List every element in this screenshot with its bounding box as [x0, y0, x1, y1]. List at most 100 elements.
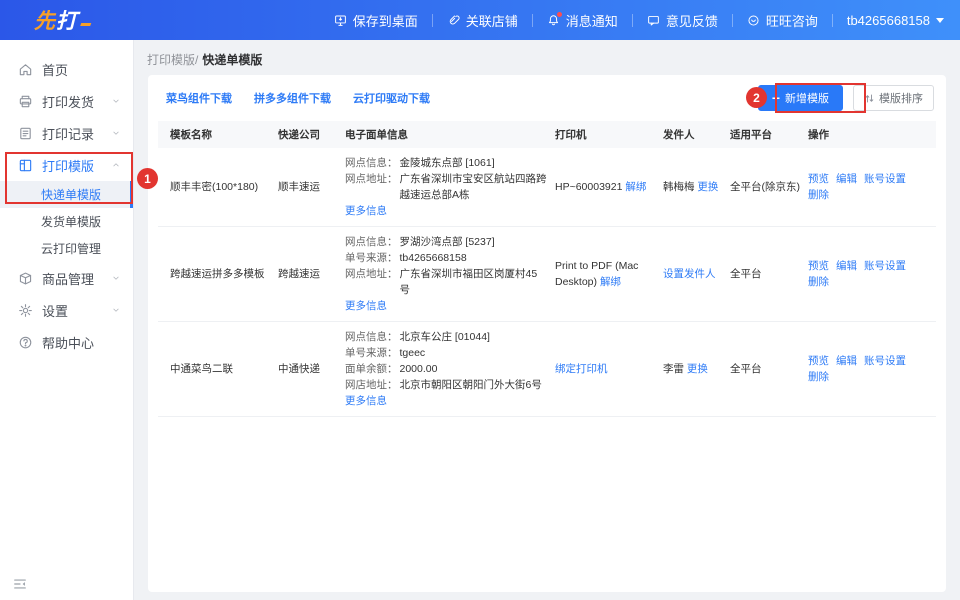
add-template-label: 新增模版	[785, 90, 829, 106]
add-template-button[interactable]: + 新增模版	[758, 85, 843, 111]
records-icon	[18, 126, 33, 141]
sidebar-subitem[interactable]: 发货单模版	[0, 208, 133, 235]
topbar-item-bell[interactable]: 消息通知	[533, 11, 632, 30]
waybill-value: tgeec	[400, 345, 426, 361]
delete-link[interactable]: 删除	[808, 371, 829, 383]
waybill-line: 网点信息：罗湖沙湾点部 [5237]	[345, 234, 547, 250]
topbar-item-label: 意见反馈	[666, 11, 718, 30]
column-header: 操作	[808, 121, 936, 148]
topbar-item-wangwang[interactable]: 旺旺咨询	[733, 11, 832, 30]
app-logo[interactable]: 先 打	[34, 5, 90, 35]
preview-link[interactable]: 预览	[808, 260, 829, 272]
column-header: 模板名称	[158, 121, 278, 148]
table-row: 中通菜鸟二联中通快递网点信息：北京车公庄 [01044]单号来源：tgeec面单…	[158, 322, 936, 417]
breadcrumb-current: 快递单模版	[202, 51, 262, 68]
platform-scope: 全平台	[730, 268, 762, 280]
breadcrumb-parent[interactable]: 打印模版/	[147, 51, 198, 68]
printer-cell: Print to PDF (Mac Desktop) 解绑	[555, 227, 663, 322]
delete-link[interactable]: 删除	[808, 189, 829, 201]
sidebar-item-printer[interactable]: 打印发货	[0, 85, 133, 117]
actions-cell: 预览编辑账号设置删除	[808, 227, 936, 322]
download-link[interactable]: 菜鸟组件下载	[166, 93, 232, 105]
sender-name: 李雷	[663, 363, 684, 375]
sidebar-item-records[interactable]: 打印记录	[0, 117, 133, 149]
sidebar-item-gear[interactable]: 设置	[0, 294, 133, 326]
sender-change-link[interactable]: 更换	[687, 363, 708, 375]
sidebar-item-label: 打印发货	[42, 92, 111, 111]
sidebar-collapse-icon[interactable]	[13, 577, 27, 591]
waybill-info-cell: 网点信息：罗湖沙湾点部 [5237]单号来源：tb4265668158网点地址：…	[345, 227, 555, 322]
waybill-line: 网点地址：广东省深圳市宝安区航站四路跨越速运总部A栋	[345, 171, 547, 203]
sidebar-subitem[interactable]: 快递单模版	[0, 181, 133, 208]
preview-link[interactable]: 预览	[808, 173, 829, 185]
annotation-badge-step1: 1	[137, 168, 158, 189]
printer-unbind-link[interactable]: 解绑	[625, 181, 646, 193]
more-info-link[interactable]: 更多信息	[345, 205, 387, 217]
printer-name: HP~60003921	[555, 181, 622, 193]
actions-cell: 预览编辑账号设置删除	[808, 148, 936, 227]
waybill-info-cell: 网点信息：北京车公庄 [01044]单号来源：tgeec面单余额：2000.00…	[345, 322, 555, 417]
logo-text-1: 先	[34, 5, 56, 35]
wangwang-icon	[747, 14, 760, 27]
more-info-link[interactable]: 更多信息	[345, 395, 387, 407]
sidebar-item-help[interactable]: 帮助中心	[0, 326, 133, 358]
waybill-label: 网店地址：	[345, 377, 398, 393]
chevron-down-icon	[111, 273, 121, 283]
edit-link[interactable]: 编辑	[836, 260, 857, 272]
sort-template-label: 模版排序	[879, 90, 923, 106]
waybill-value: 北京车公庄 [01044]	[400, 329, 490, 345]
waybill-label: 网点信息：	[345, 329, 398, 345]
user-account-label: tb4265668158	[847, 13, 930, 28]
delete-link[interactable]: 删除	[808, 276, 829, 288]
template-table: 模板名称快递公司电子面单信息打印机发件人适用平台操作 顺丰丰密(100*180)…	[158, 121, 936, 417]
waybill-label: 单号来源：	[345, 345, 398, 361]
sidebar-item-goods[interactable]: 商品管理	[0, 262, 133, 294]
save-desktop-icon	[334, 14, 347, 27]
waybill-label: 网点信息：	[345, 234, 398, 250]
download-link[interactable]: 云打印驱动下载	[353, 93, 430, 105]
download-link[interactable]: 拼多多组件下载	[254, 93, 331, 105]
link-shop-icon	[447, 14, 460, 27]
template-name: 跨越速运拼多多模板	[170, 268, 265, 280]
account-settings-link[interactable]: 账号设置	[864, 173, 906, 185]
account-settings-link[interactable]: 账号设置	[864, 260, 906, 272]
logo-dash	[80, 23, 91, 26]
sender-cell: 韩梅梅 更换	[663, 148, 730, 227]
topbar-item-link-shop[interactable]: 关联店铺	[433, 11, 532, 30]
topbar-item-feedback[interactable]: 意见反馈	[633, 11, 732, 30]
waybill-line: 单号来源：tgeec	[345, 345, 547, 361]
sort-icon	[864, 93, 875, 104]
goods-icon	[18, 271, 33, 286]
sidebar-item-template[interactable]: 打印模版	[0, 149, 133, 181]
app-window: 先 打 保存到桌面关联店铺消息通知 意见反馈旺旺咨询 tb4265668158 首页…	[0, 0, 960, 600]
sidebar-subitem[interactable]: 云打印管理	[0, 235, 133, 262]
notification-dot	[557, 12, 562, 17]
sidebar-item-label: 商品管理	[42, 269, 111, 288]
account-settings-link[interactable]: 账号设置	[864, 355, 906, 367]
sort-template-button[interactable]: 模版排序	[853, 85, 934, 111]
printer-name: Print to PDF (Mac Desktop)	[555, 260, 638, 288]
feedback-icon	[647, 14, 660, 27]
topbar-item-save-desktop[interactable]: 保存到桌面	[320, 11, 432, 30]
sidebar-item-label: 设置	[42, 301, 111, 320]
waybill-line: 网点信息：金陵城东点部 [1061]	[345, 155, 547, 171]
preview-link[interactable]: 预览	[808, 355, 829, 367]
waybill-line: 面单余额：2000.00	[345, 361, 547, 377]
set-sender-link[interactable]: 设置发件人	[663, 268, 716, 280]
edit-link[interactable]: 编辑	[836, 355, 857, 367]
waybill-value: 罗湖沙湾点部 [5237]	[400, 234, 495, 250]
more-info-link[interactable]: 更多信息	[345, 300, 387, 312]
sender-cell: 李雷 更换	[663, 322, 730, 417]
user-account-dropdown[interactable]: tb4265668158	[833, 13, 944, 28]
bind-printer-link[interactable]: 绑定打印机	[555, 363, 608, 375]
printer-cell: HP~60003921 解绑	[555, 148, 663, 227]
sender-change-link[interactable]: 更换	[697, 181, 718, 193]
logo-text-2: 打	[56, 5, 78, 35]
edit-link[interactable]: 编辑	[836, 173, 857, 185]
sender-name: 韩梅梅	[663, 181, 695, 193]
platform-scope: 全平台	[730, 363, 762, 375]
printer-unbind-link[interactable]: 解绑	[600, 276, 621, 288]
sidebar: 首页打印发货打印记录打印模版快递单模版发货单模版云打印管理商品管理设置帮助中心	[0, 40, 134, 600]
chevron-down-icon	[111, 305, 121, 315]
sidebar-item-home[interactable]: 首页	[0, 53, 133, 85]
